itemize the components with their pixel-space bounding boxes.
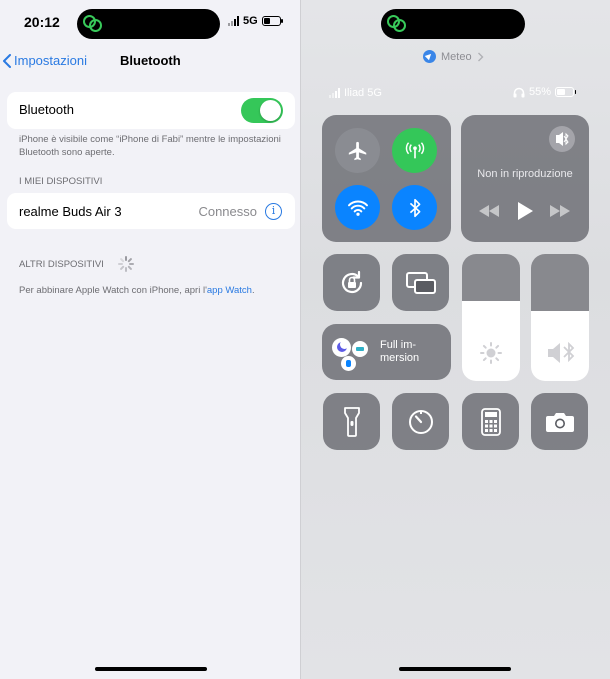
battery-icon xyxy=(555,87,577,97)
my-devices-header: I MIEI DISPOSITIVI xyxy=(19,176,103,187)
bed-icon xyxy=(352,341,368,357)
wifi-icon xyxy=(347,200,368,216)
headphones-icon xyxy=(513,87,525,97)
focus-tile[interactable]: Full im- mersion xyxy=(322,324,451,380)
battery-status: 55% xyxy=(513,86,577,98)
camera-button[interactable] xyxy=(531,393,588,450)
volume-slider-track xyxy=(531,254,589,312)
screen-mirroring-button[interactable] xyxy=(392,254,449,311)
carrier-label: Iliad 5G xyxy=(344,87,382,99)
other-devices-header: ALTRI DISPOSITIVI xyxy=(19,259,104,270)
airplay-button[interactable] xyxy=(549,126,575,152)
loading-spinner-icon xyxy=(118,256,134,272)
device-name: realme Buds Air 3 xyxy=(19,204,122,219)
now-playing-tile[interactable]: Non in riproduzione xyxy=(461,115,589,242)
rotation-lock-icon xyxy=(341,270,362,293)
chevron-right-icon xyxy=(477,52,484,61)
battery-icon xyxy=(261,16,283,26)
calculator-button[interactable] xyxy=(462,393,519,450)
home-indicator[interactable] xyxy=(399,667,511,671)
volume-slider[interactable] xyxy=(531,254,589,381)
dynamic-island xyxy=(77,9,220,39)
now-playing-title: Non in riproduzione xyxy=(477,168,573,180)
linked-rings-icon xyxy=(83,14,103,34)
meteo-label: Meteo xyxy=(441,50,472,63)
signal-icon xyxy=(228,16,239,26)
nav-bar: Impostazioni Bluetooth xyxy=(0,50,301,72)
brightness-slider-track xyxy=(462,254,520,301)
device-row[interactable]: realme Buds Air 3 Connesso i xyxy=(7,193,295,229)
volume-icon xyxy=(548,342,575,363)
airplane-mode-button[interactable] xyxy=(335,128,380,173)
control-center-screen: Meteo Iliad 5G 55% Non in riproduzione F… xyxy=(301,0,610,679)
calculator-icon xyxy=(480,407,501,436)
bluetooth-icon xyxy=(409,198,420,217)
back-button[interactable]: Impostazioni xyxy=(2,53,87,68)
bluetooth-settings-screen: 20:12 5G Impostazioni Bluetooth Bluetoot… xyxy=(0,0,301,679)
antenna-icon xyxy=(405,141,424,158)
flashlight-button[interactable] xyxy=(323,393,380,450)
bluetooth-label: Bluetooth xyxy=(19,102,74,117)
bluetooth-button[interactable] xyxy=(392,185,437,230)
status-indicators: 5G xyxy=(228,15,283,27)
watch-note-end: . xyxy=(251,285,255,296)
moon-icon xyxy=(332,338,351,357)
dynamic-island xyxy=(381,9,525,39)
rewind-icon[interactable] xyxy=(479,205,499,217)
person-icon xyxy=(341,356,356,371)
home-indicator[interactable] xyxy=(95,667,207,671)
wifi-button[interactable] xyxy=(335,185,380,230)
battery-percent: 55% xyxy=(529,86,552,98)
timer-button[interactable] xyxy=(392,393,449,450)
bluetooth-toggle[interactable] xyxy=(241,98,283,123)
camera-icon xyxy=(545,412,574,432)
focus-label: Full im- mersion xyxy=(380,339,419,365)
watch-note: Per abbinare Apple Watch con iPhone, apr… xyxy=(19,285,269,298)
visibility-note: iPhone è visibile come “iPhone di Fabi” … xyxy=(19,134,281,158)
play-icon[interactable] xyxy=(517,202,533,220)
connectivity-tile xyxy=(322,115,451,242)
meteo-banner[interactable]: Meteo xyxy=(423,50,484,63)
focus-icons xyxy=(332,335,368,371)
airplay-icon xyxy=(556,132,569,146)
linked-rings-icon xyxy=(387,14,407,34)
focus-label-line2: mersion xyxy=(380,352,420,364)
status-time: 20:12 xyxy=(24,14,60,30)
toggle-knob xyxy=(260,100,281,121)
network-label: 5G xyxy=(243,15,258,27)
device-status: Connesso xyxy=(198,204,257,219)
bluetooth-toggle-row: Bluetooth xyxy=(7,92,295,129)
watch-app-link[interactable]: app Watch xyxy=(207,285,252,296)
flashlight-icon xyxy=(343,406,360,437)
cellular-data-button[interactable] xyxy=(392,128,437,173)
back-label: Impostazioni xyxy=(14,53,87,68)
watch-note-text: Per abbinare Apple Watch con iPhone, apr… xyxy=(19,285,207,296)
timer-icon xyxy=(408,409,433,434)
signal-icon xyxy=(329,88,340,98)
brightness-slider[interactable] xyxy=(462,254,520,381)
brightness-icon xyxy=(480,342,502,364)
rotation-lock-button[interactable] xyxy=(323,254,380,311)
focus-label-line1: Full im- xyxy=(380,339,417,351)
screen-mirroring-icon xyxy=(405,271,436,294)
chevron-left-icon xyxy=(3,53,11,68)
carrier-status: Iliad 5G xyxy=(329,87,382,99)
fast-forward-icon[interactable] xyxy=(550,205,570,217)
airplane-icon xyxy=(348,141,366,160)
location-arrow-icon xyxy=(423,50,436,63)
info-icon[interactable]: i xyxy=(265,203,282,220)
page-title: Bluetooth xyxy=(120,53,181,68)
